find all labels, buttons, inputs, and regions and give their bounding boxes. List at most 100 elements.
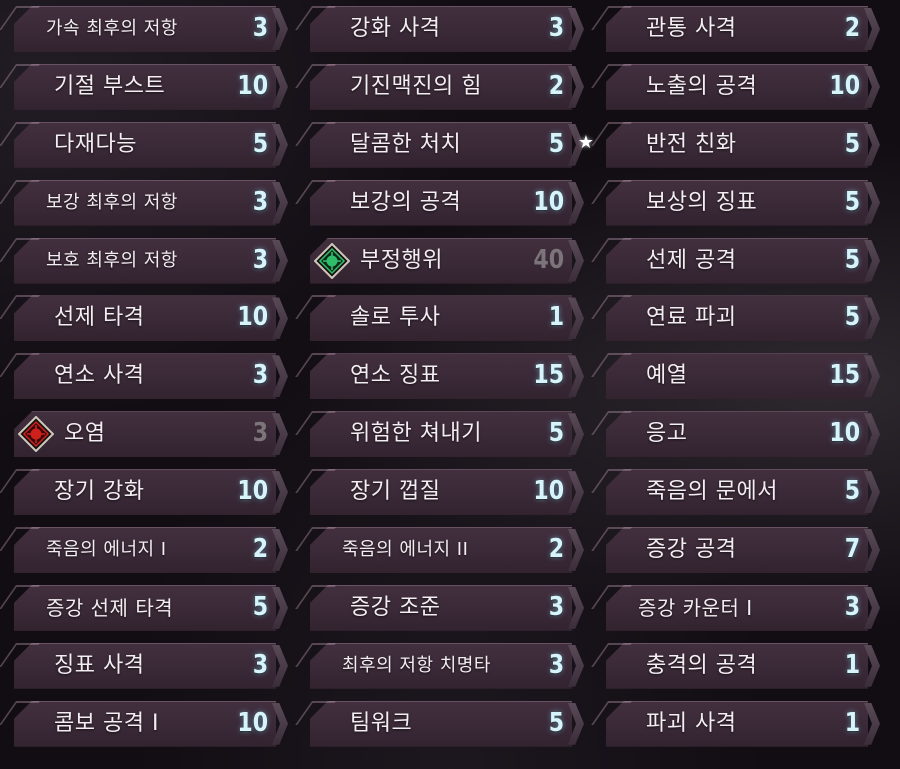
- skill-name: 관통 사격: [646, 16, 737, 41]
- skill-row-3-12[interactable]: 충격의 공격 1: [591, 639, 880, 689]
- skill-level: 15: [533, 360, 564, 391]
- skill-row-1-9[interactable]: 장기 강화 10: [0, 465, 288, 516]
- skill-level: 5: [548, 707, 564, 738]
- skill-name: 죽음의 에너지 I: [46, 539, 167, 561]
- skill-level: 1: [844, 649, 860, 680]
- skill-level: 2: [844, 13, 860, 43]
- skill-name: 기진맥진의 힘: [350, 73, 482, 99]
- skill-name: 연소 징표: [350, 363, 441, 389]
- skill-level: 2: [252, 534, 268, 565]
- skill-name: 증강 카운터 I: [638, 595, 753, 620]
- skill-row-1-8[interactable]: 오염 3: [6, 407, 288, 458]
- skill-row-1-1[interactable]: 가속 최후의 저항 3: [0, 2, 288, 52]
- skill-row-3-1[interactable]: 관통 사격 2: [591, 2, 880, 52]
- skill-row-3-3[interactable]: 반전 친화 5: [591, 118, 880, 168]
- skill-level: 5: [844, 244, 860, 275]
- skill-row-2-13[interactable]: 팀워크 5: [295, 697, 584, 747]
- skill-name: 솔로 투사: [350, 305, 441, 331]
- skill-name: 부정행위: [360, 247, 443, 273]
- skill-row-2-3[interactable]: 달콤한 처치 5 ★: [295, 118, 594, 168]
- skill-name: 기절 부스트: [54, 73, 166, 99]
- skill-level: 2: [548, 70, 564, 101]
- skill-row-3-8[interactable]: 응고 10: [591, 407, 880, 458]
- skill-level: 5: [844, 476, 860, 507]
- skill-level: 10: [237, 302, 268, 333]
- skill-level: 10: [237, 707, 268, 738]
- skill-level: 10: [237, 70, 268, 101]
- green-diamond-icon: [314, 242, 350, 279]
- skill-row-1-12[interactable]: 징표 사격 3: [0, 639, 288, 689]
- skill-level: 3: [252, 360, 268, 391]
- skill-level: 3: [252, 244, 268, 275]
- skill-level: 1: [548, 302, 564, 333]
- skill-level: 3: [252, 649, 268, 680]
- skill-row-2-12[interactable]: 최후의 저항 치명타 3: [295, 639, 584, 689]
- skill-name: 응고: [646, 421, 688, 447]
- skill-name: 노출의 공격: [646, 73, 758, 99]
- skill-row-3-11[interactable]: 증강 카운터 I 3: [591, 581, 880, 631]
- skill-row-2-6[interactable]: 솔로 투사 1: [295, 291, 584, 342]
- skill-row-2-9[interactable]: 장기 껍질 10: [295, 465, 584, 516]
- skill-row-1-3[interactable]: 다재다능 5: [0, 118, 288, 168]
- skill-row-1-5[interactable]: 보호 최후의 저항 3: [0, 234, 288, 284]
- skill-level: 10: [533, 476, 564, 507]
- skill-column-2: 강화 사격 3 기진맥진의 힘 2 달콤한 처치 5 ★ 보강의 공격 10 부…: [295, 2, 594, 755]
- skill-row-3-6[interactable]: 연료 파괴 5: [591, 291, 880, 342]
- red-diamond-icon: [18, 416, 54, 453]
- skill-row-3-5[interactable]: 선제 공격 5: [591, 234, 880, 284]
- skill-level: 3: [252, 186, 268, 217]
- skill-level: 10: [237, 476, 268, 507]
- skill-level: 5: [252, 128, 268, 159]
- skill-level: 5: [844, 302, 860, 333]
- skill-name: 징표 사격: [54, 652, 145, 678]
- skill-name: 가속 최후의 저항: [46, 18, 178, 39]
- skill-row-2-2[interactable]: 기진맥진의 힘 2: [295, 60, 584, 110]
- star-icon: ★: [577, 131, 594, 153]
- skill-row-1-6[interactable]: 선제 타격 10: [0, 291, 288, 342]
- skill-row-2-11[interactable]: 증강 조준 3: [295, 581, 584, 631]
- skill-name: 다재다능: [54, 131, 137, 157]
- skill-column-1: 가속 최후의 저항 3 기절 부스트 10 다재다능 5 보강 최후의 저항 3…: [0, 2, 288, 755]
- skill-name: 증강 조준: [350, 594, 441, 620]
- skill-name: 선제 타격: [54, 305, 145, 331]
- skill-row-2-5[interactable]: 부정행위 40: [302, 234, 584, 284]
- skill-name: 보호 최후의 저항: [46, 249, 178, 271]
- skill-grid: 가속 최후의 저항 3 기절 부스트 10 다재다능 5 보강 최후의 저항 3…: [0, 0, 900, 769]
- skill-name: 팀워크: [350, 710, 413, 736]
- skill-level: 10: [829, 70, 860, 101]
- skill-row-3-9[interactable]: 죽음의 문에서 5: [591, 465, 880, 516]
- skill-name: 최후의 저항 치명타: [342, 654, 491, 676]
- skill-name: 죽음의 문에서: [646, 479, 778, 505]
- skill-name: 장기 강화: [54, 479, 145, 505]
- skill-row-3-7[interactable]: 예열 15: [591, 349, 880, 400]
- skill-row-1-7[interactable]: 연소 사격 3: [0, 349, 288, 400]
- skill-row-3-10[interactable]: 증강 공격 7: [591, 523, 880, 574]
- skill-name: 강화 사격: [350, 16, 441, 41]
- skill-level: 5: [844, 186, 860, 217]
- skill-level: 40: [533, 244, 564, 275]
- skill-level: 5: [548, 128, 564, 159]
- skill-row-2-4[interactable]: 보강의 공격 10: [295, 176, 584, 226]
- skill-row-2-1[interactable]: 강화 사격 3: [295, 2, 584, 52]
- skill-row-1-13[interactable]: 콤보 공격 I 10: [0, 697, 288, 747]
- skill-row-2-10[interactable]: 죽음의 에너지 II 2: [295, 523, 584, 574]
- skill-name: 연료 파괴: [646, 305, 737, 331]
- skill-row-3-4[interactable]: 보상의 징표 5: [591, 176, 880, 226]
- skill-row-1-10[interactable]: 죽음의 에너지 I 2: [0, 523, 288, 574]
- skill-level: 1: [844, 707, 860, 738]
- skill-level: 10: [829, 418, 860, 449]
- skill-name: 보강의 공격: [350, 189, 462, 215]
- skill-name: 달콤한 처치: [350, 131, 462, 157]
- skill-name: 콤보 공격 I: [54, 710, 159, 736]
- skill-name: 보강 최후의 저항: [46, 191, 178, 213]
- skill-row-3-2[interactable]: 노출의 공격 10: [591, 60, 880, 110]
- skill-row-3-13[interactable]: 파괴 사격 1: [591, 697, 880, 747]
- skill-level: 7: [844, 534, 860, 565]
- skill-row-1-4[interactable]: 보강 최후의 저항 3: [0, 176, 288, 226]
- skill-row-1-11[interactable]: 증강 선제 타격 5: [0, 581, 288, 631]
- skill-name: 충격의 공격: [646, 652, 758, 678]
- skill-name: 증강 공격: [646, 537, 737, 563]
- skill-row-2-8[interactable]: 위험한 쳐내기 5: [295, 407, 584, 458]
- skill-row-1-2[interactable]: 기절 부스트 10: [0, 60, 288, 110]
- skill-row-2-7[interactable]: 연소 징표 15: [295, 349, 584, 400]
